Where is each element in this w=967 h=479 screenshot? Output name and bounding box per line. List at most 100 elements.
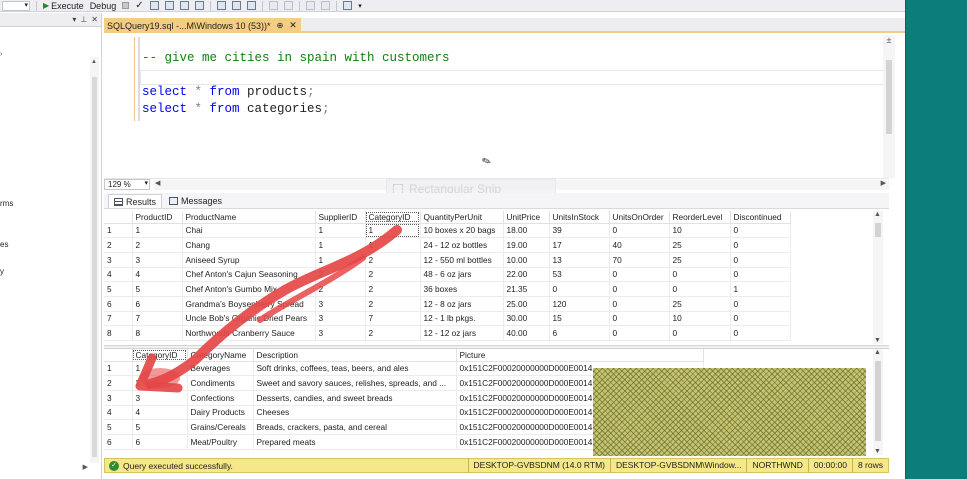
table-cell[interactable]: 1 [132, 361, 188, 377]
table-cell[interactable]: 10 [669, 223, 731, 239]
toolbar-combo[interactable]: ▾ [2, 0, 30, 11]
table-cell[interactable]: 17 [549, 237, 610, 253]
table-cell[interactable]: Desserts, candies, and sweet breads [253, 390, 457, 406]
table-cell[interactable]: 2 [365, 281, 421, 297]
row-number[interactable]: 3 [104, 252, 133, 268]
table-cell[interactable]: Confections [187, 390, 254, 406]
table-cell[interactable]: 0 [730, 252, 791, 268]
table-cell[interactable]: 12 - 8 oz jars [420, 296, 504, 312]
code-line[interactable]: select * from products; [142, 85, 315, 99]
column-header[interactable]: Description [253, 349, 457, 362]
scroll-thumb[interactable] [92, 77, 97, 457]
table-cell[interactable]: Aniseed Syrup [182, 252, 316, 268]
table-cell[interactable]: 40.00 [503, 325, 550, 341]
table-cell[interactable]: 25 [669, 296, 731, 312]
table-cell[interactable]: Chef Anton's Gumbo Mix [182, 281, 316, 297]
table-cell[interactable]: Dairy Products [187, 405, 254, 421]
toolbar-overflow-icon[interactable]: ▾ [358, 2, 362, 10]
products-table[interactable]: ProductID ProductName SupplierID CategoryID… [104, 211, 791, 341]
column-header[interactable]: QuantityPerUnit [420, 211, 504, 224]
table-cell[interactable]: 3 [315, 296, 366, 312]
table-row[interactable]: 1 1 Chai 1 1 10 boxes x 20 bags 18.00 39 0 10 0 [104, 223, 791, 239]
column-header[interactable] [104, 211, 133, 224]
code-line[interactable]: select * from categories; [142, 102, 330, 116]
query-plan-icon[interactable] [150, 1, 160, 10]
table-cell[interactable]: Chang [182, 237, 316, 253]
grid-scrollbar[interactable]: ▲ ▼ [873, 211, 883, 344]
column-header[interactable]: ProductName [182, 211, 316, 224]
table-cell[interactable]: 2 [365, 296, 421, 312]
row-number[interactable]: 8 [104, 325, 133, 341]
table-cell[interactable]: 53 [549, 267, 610, 283]
panel-scrollbar[interactable]: ▲ [90, 57, 99, 463]
table-cell[interactable]: 5 [132, 419, 188, 435]
table-cell[interactable]: 0 [669, 281, 731, 297]
table-row[interactable]: 4 4 Chef Anton's Cajun Seasoning 2 2 48 - 6 o… [104, 267, 791, 283]
debug-button[interactable]: Debug [90, 1, 117, 11]
row-number[interactable]: 3 [104, 390, 133, 406]
table-cell[interactable]: 39 [549, 223, 610, 239]
table-cell[interactable]: Soft drinks, coffees, teas, beers, and a… [253, 361, 457, 377]
parse-check-icon[interactable]: ✓ [135, 1, 144, 11]
table-row[interactable]: 3 3 Aniseed Syrup 1 2 12 - 550 ml bottles 10.0… [104, 252, 791, 268]
column-header[interactable]: CategoryID [365, 211, 421, 224]
intellisense-icon[interactable] [165, 1, 175, 10]
scroll-down-icon[interactable]: ▼ [874, 337, 881, 344]
table-cell[interactable]: 0 [609, 267, 670, 283]
table-cell[interactable]: 4 [132, 405, 188, 421]
table-cell[interactable]: 40 [609, 237, 670, 253]
specify-values-icon[interactable] [343, 1, 353, 10]
column-header[interactable]: SupplierID [315, 211, 366, 224]
table-cell[interactable]: 6 [132, 296, 183, 312]
table-cell[interactable]: 0 [549, 281, 610, 297]
table-cell[interactable]: 2 [132, 375, 188, 391]
column-header[interactable] [104, 349, 133, 362]
results-grid-icon[interactable] [217, 1, 227, 10]
code-line[interactable]: -- give me cities in spain with customer… [142, 51, 450, 65]
scroll-up-icon[interactable]: ▲ [874, 211, 881, 218]
stop-icon[interactable] [122, 2, 130, 9]
table-cell[interactable]: 25.00 [503, 296, 550, 312]
table-cell[interactable]: 1 [132, 223, 183, 239]
table-row[interactable]: 2 2 Chang 1 1 24 - 12 oz bottles 19.00 17 40 25 0 [104, 237, 791, 253]
table-cell[interactable]: 7 [132, 311, 183, 327]
table-cell[interactable]: Beverages [187, 361, 254, 377]
table-cell[interactable]: 120 [549, 296, 610, 312]
scroll-thumb[interactable] [875, 361, 881, 441]
column-header[interactable]: UnitsOnOrder [609, 211, 670, 224]
table-cell[interactable]: 12 - 1 lb pkgs. [420, 311, 504, 327]
scroll-down-icon[interactable]: ▼ [874, 448, 881, 455]
table-cell[interactable]: 10 [669, 311, 731, 327]
column-header[interactable]: Picture [456, 349, 704, 362]
pin-icon[interactable]: ⊕ [277, 21, 284, 30]
scroll-thumb[interactable] [875, 223, 881, 237]
table-cell[interactable]: 6 [549, 325, 610, 341]
table-cell[interactable]: 3 [315, 325, 366, 341]
table-row[interactable]: 8 8 Northwoods Cranberry Sauce 3 2 12 - 12 oz… [104, 325, 791, 341]
table-row[interactable]: 7 7 Uncle Bob's Organic Dried Pears 3 7 12 - … [104, 311, 791, 327]
table-cell[interactable]: 0 [730, 325, 791, 341]
table-cell[interactable]: 1 [365, 237, 421, 253]
zoom-select[interactable]: 129 % ▾ [104, 179, 150, 190]
table-cell[interactable]: 0 [730, 237, 791, 253]
column-header[interactable]: CategoryID [132, 349, 188, 362]
table-cell[interactable]: 12 - 550 ml bottles [420, 252, 504, 268]
column-header[interactable]: UnitPrice [503, 211, 550, 224]
tree-item[interactable]: y [0, 267, 4, 276]
outdent-icon[interactable] [321, 1, 331, 10]
scroll-left-icon[interactable]: ◀ [155, 179, 160, 187]
products-results-grid[interactable]: ProductID ProductName SupplierID CategoryID… [104, 211, 889, 345]
table-cell[interactable]: 4 [132, 267, 183, 283]
table-cell[interactable]: 2 [365, 325, 421, 341]
tree-item[interactable]: es [0, 240, 8, 249]
table-cell[interactable]: 25 [669, 237, 731, 253]
table-cell[interactable]: 24 - 12 oz bottles [420, 237, 504, 253]
table-cell[interactable]: 70 [609, 252, 670, 268]
table-cell[interactable]: 1 [315, 223, 366, 239]
table-cell[interactable]: 3 [315, 311, 366, 327]
table-cell[interactable]: 1 [730, 281, 791, 297]
table-cell[interactable]: 0 [609, 223, 670, 239]
table-cell[interactable]: Breads, crackers, pasta, and cereal [253, 419, 457, 435]
table-cell[interactable]: 0 [730, 267, 791, 283]
table-cell[interactable]: Grains/Cereals [187, 419, 254, 435]
